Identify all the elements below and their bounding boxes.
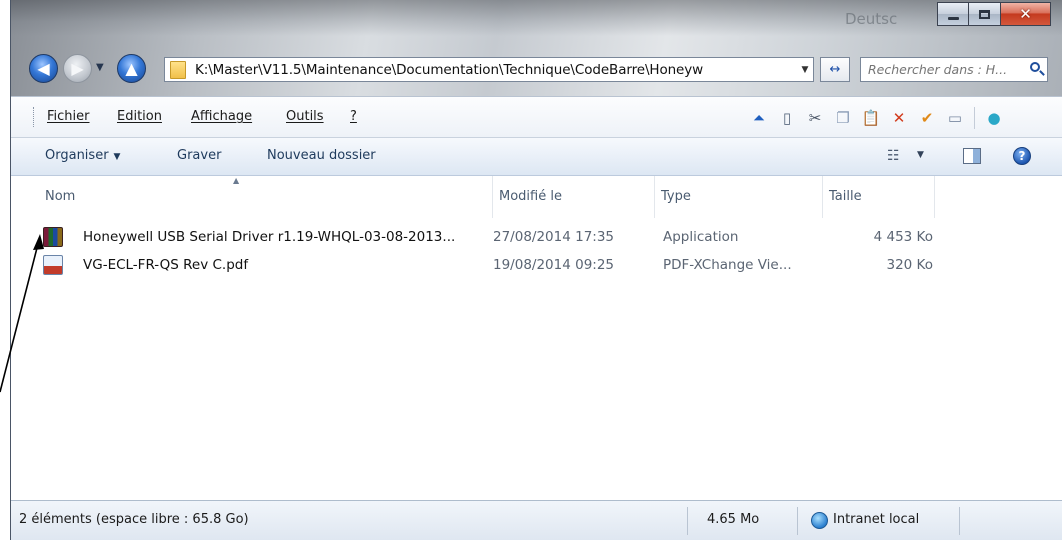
annotation-arrow-head <box>33 234 44 250</box>
annotation-arrow <box>0 234 44 393</box>
annotation-arrow-line <box>0 243 39 393</box>
